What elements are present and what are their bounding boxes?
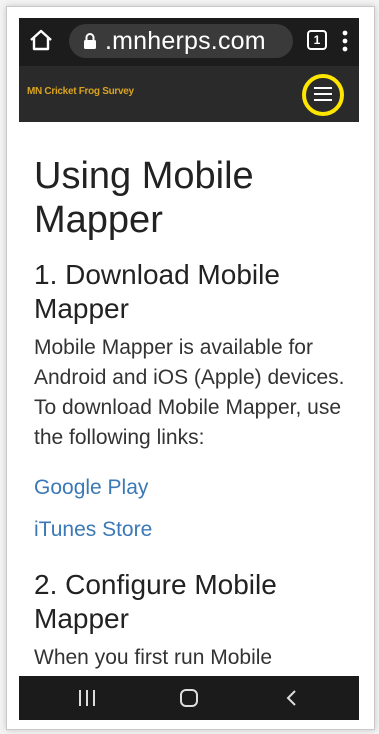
page-content: Using Mobile Mapper 1. Download Mobile M… xyxy=(19,122,359,678)
page-title: Using Mobile Mapper xyxy=(34,155,254,241)
section-body-download: Mobile Mapper is available for Android a… xyxy=(34,336,345,449)
itunes-store-link[interactable]: iTunes Store xyxy=(34,518,152,542)
lock-icon xyxy=(84,33,96,49)
recent-apps-icon[interactable] xyxy=(75,687,99,709)
more-options-icon[interactable] xyxy=(339,28,351,54)
menu-bar-icon xyxy=(314,87,332,89)
phone-screen: .mnherps.com 1 MN Cricket Frog Survey Us… xyxy=(19,18,359,720)
section-heading-download: 1. Download Mobile Mapper xyxy=(34,259,280,324)
home-nav-icon[interactable] xyxy=(177,687,201,709)
hamburger-menu-button[interactable] xyxy=(302,74,344,116)
section-body-configure: When you first run Mobile xyxy=(34,646,273,669)
browser-toolbar: .mnherps.com 1 xyxy=(19,18,359,66)
menu-bar-icon xyxy=(314,93,332,95)
google-play-link[interactable]: Google Play xyxy=(34,476,148,500)
address-bar[interactable]: .mnherps.com xyxy=(69,24,293,58)
home-icon[interactable] xyxy=(27,26,55,54)
back-icon[interactable] xyxy=(280,687,304,709)
android-nav-bar xyxy=(19,676,359,720)
url-text: .mnherps.com xyxy=(105,27,266,55)
site-header: MN Cricket Frog Survey xyxy=(19,66,359,122)
menu-bar-icon xyxy=(314,99,332,101)
tab-switcher-button[interactable]: 1 xyxy=(307,30,327,50)
section-heading-configure: 2. Configure Mobile Mapper xyxy=(34,569,277,634)
site-title[interactable]: MN Cricket Frog Survey xyxy=(27,86,134,97)
